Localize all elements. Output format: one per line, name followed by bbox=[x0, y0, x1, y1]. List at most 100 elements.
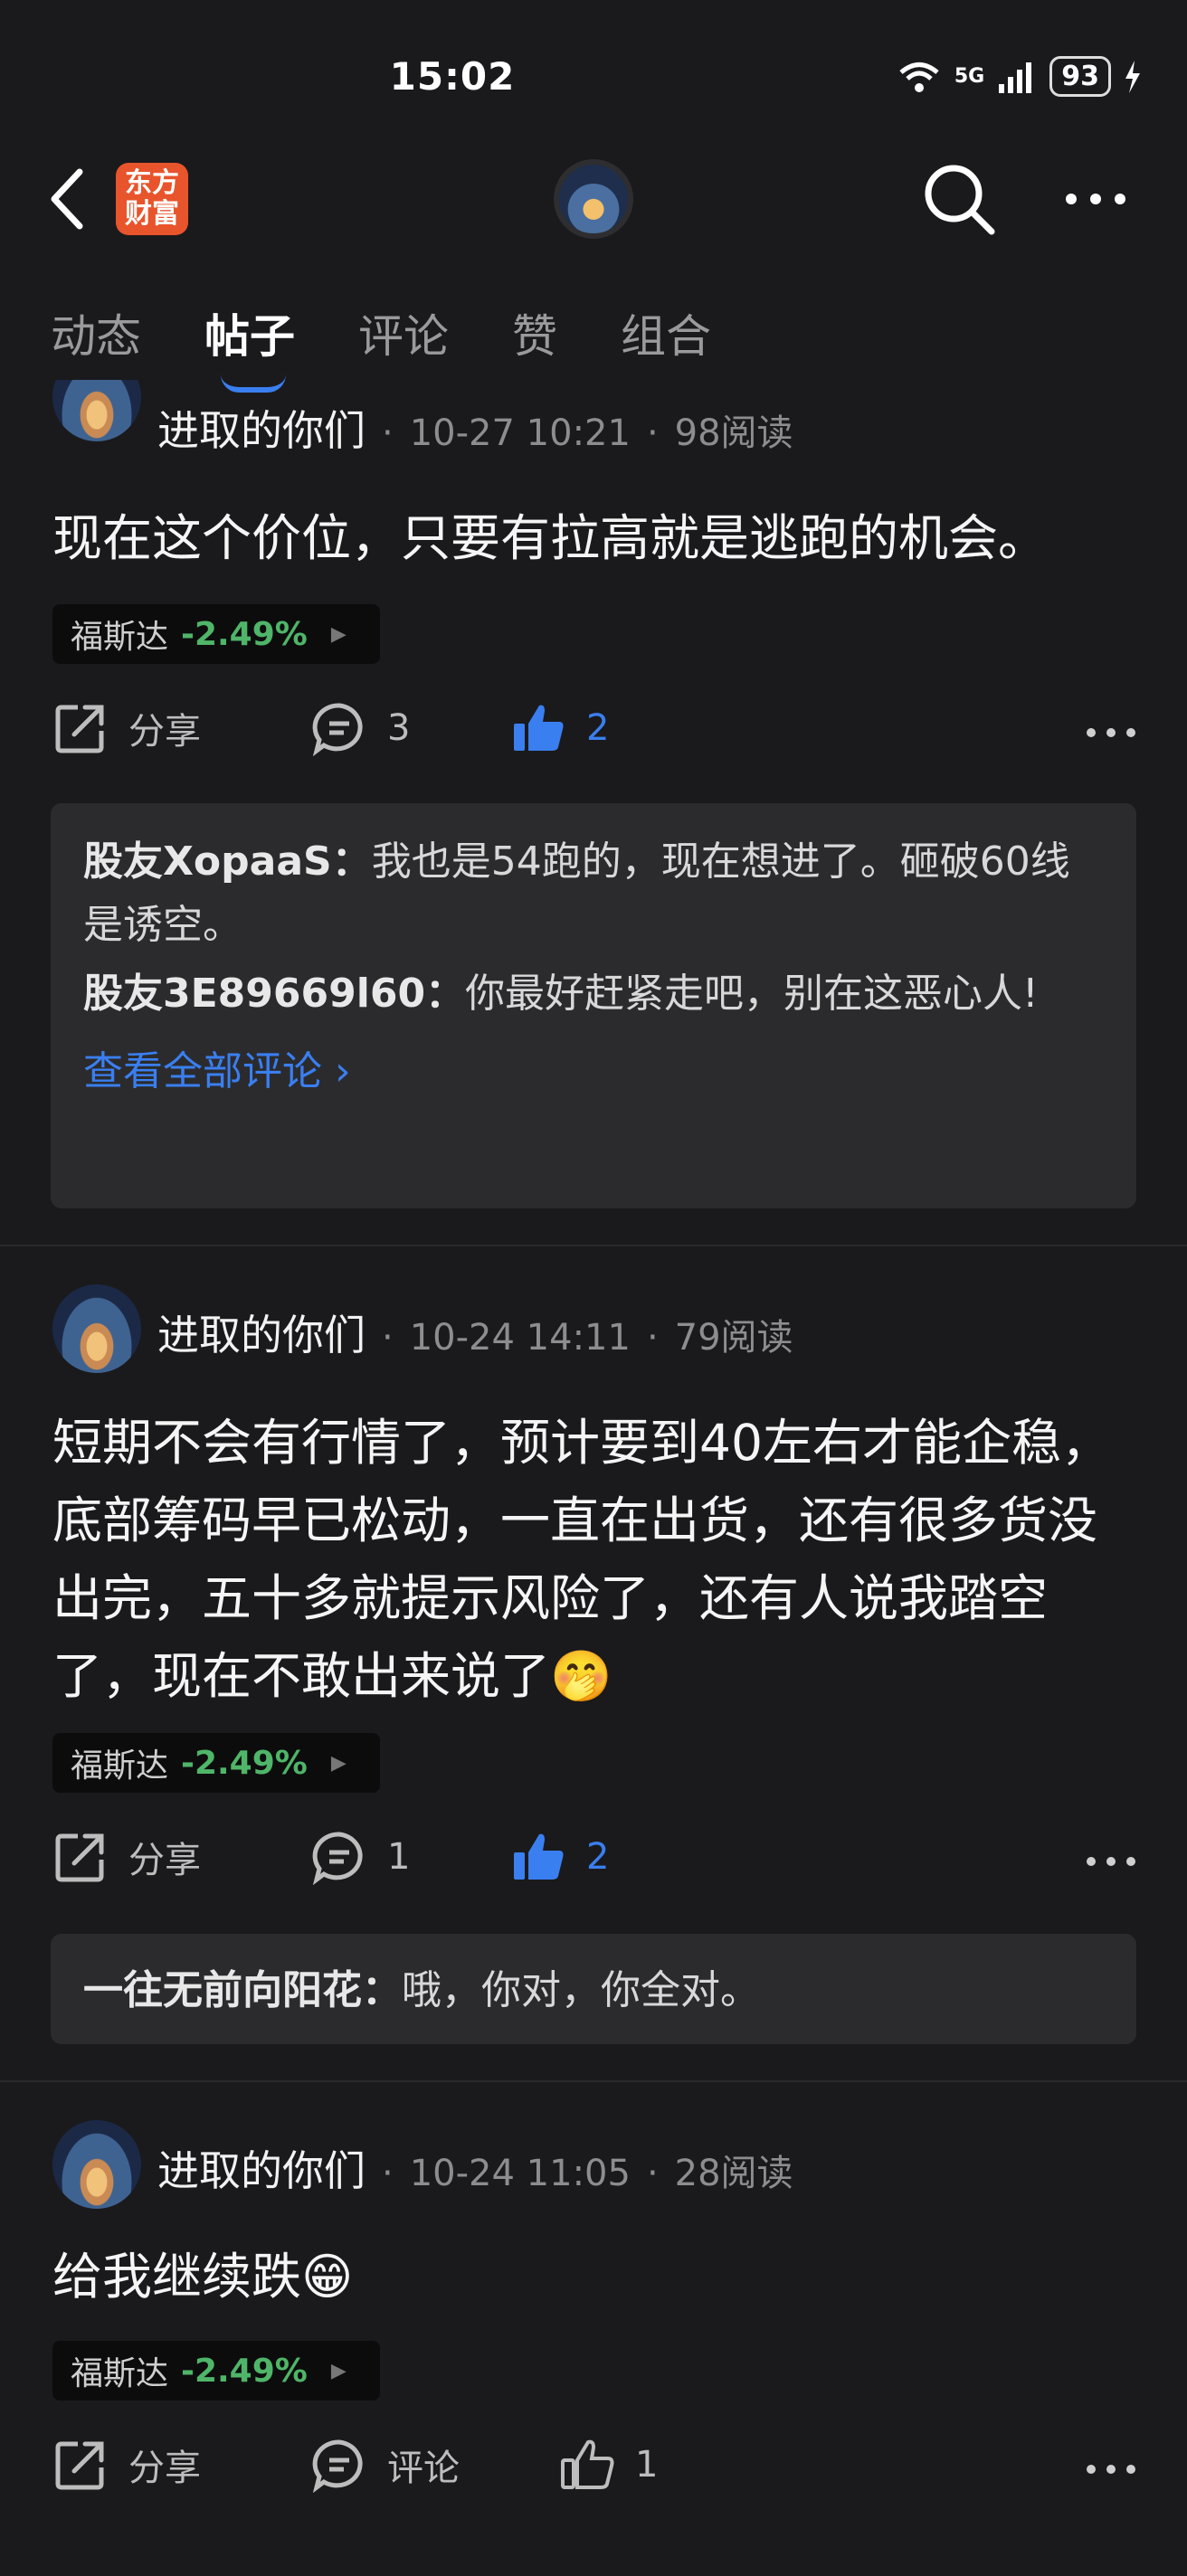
like-button[interactable]: 2 bbox=[510, 1829, 609, 1885]
author-name[interactable]: 进取的你们 bbox=[157, 2138, 366, 2198]
author-name[interactable]: 进取的你们 bbox=[157, 1302, 366, 1362]
stock-name: 福斯达 bbox=[71, 2355, 169, 2392]
tab-indicator bbox=[221, 374, 286, 393]
profile-avatar[interactable] bbox=[554, 159, 633, 239]
comment-user[interactable]: 一往无前向阳花： bbox=[83, 1967, 402, 2013]
meta-separator: · bbox=[382, 1317, 394, 1359]
share-button[interactable]: 分享 bbox=[52, 1829, 201, 1885]
post-text[interactable]: 短期不会有行情了，预计要到40左右才能企稳，底部筹码早已松动，一直在出货，还有很… bbox=[52, 1404, 1138, 1715]
author-avatar[interactable] bbox=[52, 1284, 141, 1373]
share-label: 分享 bbox=[128, 2448, 201, 2489]
tab-posts[interactable]: 帖子 bbox=[204, 300, 295, 393]
author-avatar bbox=[52, 380, 141, 441]
comment-preview-box[interactable]: 股友XopaaS：我也是54跑的，现在想进了。砸破60线是诱空。 股友3E896… bbox=[51, 803, 1136, 1208]
play-arrow-icon: ▶ bbox=[330, 1751, 347, 1775]
comment-text: 哦，你对，你全对。 bbox=[402, 1967, 760, 2013]
comment-item: 一往无前向阳花：哦，你对，你全对。 bbox=[83, 1959, 1104, 2022]
author-avatar[interactable] bbox=[52, 2120, 141, 2209]
meta-separator: · bbox=[646, 412, 659, 454]
post-actions: 分享 3 2 bbox=[52, 700, 1138, 772]
meta-separator: · bbox=[646, 1317, 659, 1359]
post-actions: 分享 1 2 bbox=[52, 1829, 1138, 1901]
app-logo: 东方 财富 bbox=[116, 163, 188, 235]
comment-icon bbox=[312, 1832, 363, 1885]
post-1-header: 进取的你们 · 10-27 10:21 · 98阅读 bbox=[157, 398, 793, 458]
author-name[interactable]: 进取的你们 bbox=[157, 398, 366, 458]
post-text[interactable]: 给我继续跌😁 bbox=[52, 2238, 1138, 2316]
like-count: 1 bbox=[635, 2444, 659, 2486]
post-time: 10-24 11:05 bbox=[409, 2153, 631, 2194]
post-time: 10-24 14:11 bbox=[409, 1317, 631, 1359]
status-time: 15:02 bbox=[389, 54, 516, 99]
play-arrow-icon: ▶ bbox=[330, 622, 347, 646]
comment-count: 1 bbox=[387, 1836, 411, 1878]
thumbs-up-filled-icon bbox=[514, 705, 564, 751]
meta-separator: · bbox=[646, 2153, 659, 2194]
comment-user[interactable]: 股友XopaaS： bbox=[83, 838, 372, 885]
battery-indicator: 93 bbox=[1049, 56, 1111, 97]
logo-line-2: 财富 bbox=[125, 198, 179, 230]
comment-button[interactable]: 3 bbox=[311, 700, 410, 756]
meta-separator: · bbox=[382, 412, 394, 454]
share-button[interactable]: 分享 bbox=[52, 2437, 201, 2493]
more-dots-icon[interactable] bbox=[1084, 2458, 1138, 2480]
stock-tag[interactable]: 福斯达 -2.49% ▶ bbox=[52, 2341, 380, 2401]
comment-preview-box[interactable]: 一往无前向阳花：哦，你对，你全对。 bbox=[51, 1934, 1136, 2044]
share-icon bbox=[55, 2441, 104, 2490]
thumbs-up-icon bbox=[561, 2439, 614, 2489]
wifi-icon bbox=[899, 62, 939, 92]
post-divider bbox=[0, 2080, 1187, 2082]
like-count: 2 bbox=[586, 1836, 610, 1878]
post-divider bbox=[0, 1245, 1187, 1246]
tab-comments[interactable]: 评论 bbox=[358, 300, 449, 365]
tab-posts-label: 帖子 bbox=[204, 310, 295, 363]
tab-activity[interactable]: 动态 bbox=[51, 300, 141, 365]
share-label: 分享 bbox=[128, 711, 201, 753]
stock-tag[interactable]: 福斯达 -2.49% ▶ bbox=[52, 1733, 380, 1793]
more-dots-icon[interactable] bbox=[1084, 1851, 1138, 1872]
comment-item: 股友3E89669l60：你最好赶紧走吧，别在这恶心人! bbox=[83, 962, 1104, 1026]
comment-button[interactable]: 评论 bbox=[311, 2437, 460, 2493]
comment-icon bbox=[312, 703, 363, 756]
post-actions: 分享 评论 1 bbox=[52, 2437, 1138, 2509]
search-icon[interactable] bbox=[921, 161, 997, 237]
read-count: 79阅读 bbox=[674, 1317, 793, 1359]
comment-count: 3 bbox=[387, 707, 411, 749]
share-icon bbox=[55, 1833, 104, 1882]
more-dots-icon[interactable] bbox=[1084, 722, 1138, 743]
play-arrow-icon: ▶ bbox=[330, 2359, 347, 2382]
share-button[interactable]: 分享 bbox=[52, 700, 201, 756]
tab-likes[interactable]: 赞 bbox=[512, 300, 557, 365]
network-label: 5G bbox=[954, 65, 985, 88]
post-text[interactable]: 现在这个价位，只要有拉高就是逃跑的机会。 bbox=[52, 499, 1138, 577]
comment-icon bbox=[312, 2439, 363, 2493]
more-options-icon[interactable] bbox=[1064, 185, 1127, 213]
comment-button[interactable]: 1 bbox=[311, 1829, 410, 1885]
like-button[interactable]: 1 bbox=[559, 2437, 658, 2493]
read-count: 98阅读 bbox=[674, 412, 793, 454]
post-1-avatar-wrap[interactable] bbox=[52, 380, 141, 469]
share-label: 分享 bbox=[128, 1840, 201, 1881]
stock-tag[interactable]: 福斯达 -2.49% ▶ bbox=[52, 604, 380, 664]
stock-change: -2.49% bbox=[181, 2352, 308, 2390]
status-icons: 5G 93 bbox=[897, 56, 1142, 97]
post-2-header: 进取的你们 · 10-24 14:11 · 79阅读 bbox=[157, 1302, 793, 1362]
like-button[interactable]: 2 bbox=[510, 700, 609, 756]
stock-change: -2.49% bbox=[181, 1744, 308, 1782]
logo-line-1: 东方 bbox=[125, 167, 179, 199]
signal-icon bbox=[999, 62, 1032, 93]
stock-name: 福斯达 bbox=[71, 1747, 169, 1785]
view-all-comments-link[interactable]: 查看全部评论 › bbox=[83, 1038, 1104, 1096]
comment-user[interactable]: 股友3E89669l60： bbox=[83, 971, 465, 1017]
stock-change: -2.49% bbox=[181, 615, 308, 653]
like-count: 2 bbox=[586, 707, 610, 749]
tab-portfolio[interactable]: 组合 bbox=[621, 300, 711, 365]
comment-label: 评论 bbox=[387, 2448, 460, 2489]
comment-text: 你最好赶紧走吧，别在这恶心人! bbox=[465, 971, 1039, 1017]
share-icon bbox=[55, 705, 104, 753]
comment-item: 股友XopaaS：我也是54跑的，现在想进了。砸破60线是诱空。 bbox=[83, 830, 1104, 957]
back-arrow-icon[interactable] bbox=[45, 163, 100, 235]
thumbs-up-filled-icon bbox=[514, 1833, 564, 1880]
post-3-header: 进取的你们 · 10-24 11:05 · 28阅读 bbox=[157, 2138, 793, 2198]
read-count: 28阅读 bbox=[674, 2153, 793, 2194]
